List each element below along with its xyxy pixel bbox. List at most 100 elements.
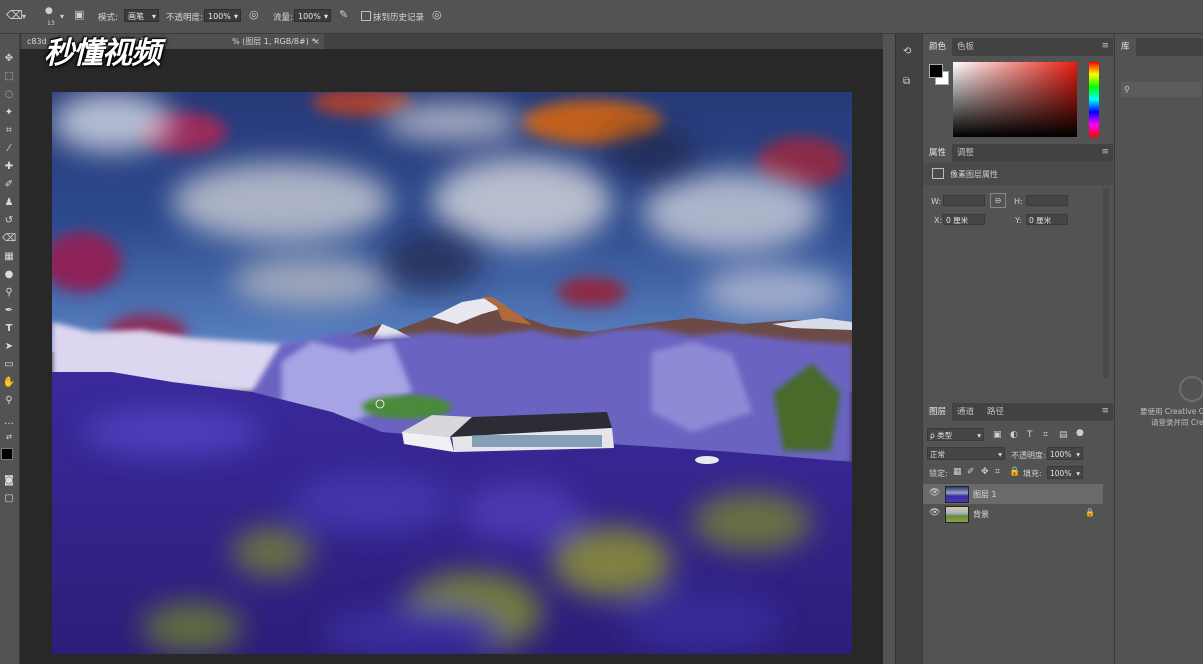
gradient-tool-icon[interactable]: ▦ xyxy=(2,250,16,264)
tab-properties[interactable]: 属性 xyxy=(923,144,953,162)
brush-preview-icon[interactable]: ● xyxy=(45,6,53,16)
brush-size-value: 13 xyxy=(47,20,55,27)
height-input[interactable] xyxy=(1026,195,1068,206)
pen-tool-icon[interactable]: ✒ xyxy=(2,304,16,318)
filter-smart-object-icon[interactable]: ▤ xyxy=(1059,430,1068,440)
more-tools-icon[interactable]: … xyxy=(2,415,16,429)
layers-panel-tabs: 图层 通道 路径 ≡ xyxy=(923,403,1113,421)
color-foreground-swatch[interactable] xyxy=(929,64,943,78)
width-input[interactable] xyxy=(943,195,985,206)
marquee-tool-icon[interactable]: ⬚ xyxy=(2,70,16,84)
brush-dropdown-icon[interactable]: ▾ xyxy=(60,12,64,21)
tab-paths[interactable]: 路径 xyxy=(981,403,1010,421)
flow-input[interactable]: 100% ▾ xyxy=(294,9,331,22)
eyedropper-tool-icon[interactable]: ⁄ xyxy=(2,142,16,156)
history-panel-icon[interactable]: ⟲ xyxy=(903,46,911,57)
rectangle-tool-icon[interactable]: ▭ xyxy=(2,358,16,372)
blur-tool-icon[interactable]: ● xyxy=(2,268,16,282)
hand-tool-icon[interactable]: ✋ xyxy=(2,376,16,390)
swap-colors-icon[interactable]: ⇄ xyxy=(2,430,16,444)
panel-column: 颜色 色板 ≡ 属性 调整 ≡ 像素图层属性 W: ⊖ H: X: 0 厘米 Y… xyxy=(922,34,1114,664)
layer-thumbnail xyxy=(945,506,969,523)
filter-shape-icon[interactable]: ⌗ xyxy=(1043,430,1048,440)
tools-panel: ✥ ⬚ ◌ ✦ ⌗ ⁄ ✚ ✐ ♟ ↺ ⌫ ▦ ● ⚲ ✒ T ➤ ▭ ✋ ⚲ … xyxy=(0,34,20,664)
brush-tool-icon[interactable]: ✐ xyxy=(2,178,16,192)
lock-position-icon[interactable]: ✥ xyxy=(981,467,989,477)
layer-filter-select[interactable]: ρ 类型 ▾ xyxy=(927,428,984,441)
opacity-label: 不透明度: xyxy=(166,13,203,23)
filter-toggle-icon[interactable]: ● xyxy=(1076,428,1084,438)
quick-mask-icon[interactable]: ◙ xyxy=(2,474,16,488)
eye-icon[interactable]: 👁 xyxy=(929,488,940,498)
menu-icon[interactable]: ≡ xyxy=(1101,147,1109,157)
layer-row-2[interactable]: 👁 背景 🔒 xyxy=(923,504,1103,524)
move-tool-icon[interactable]: ✥ xyxy=(2,52,16,66)
brush-panel-icon[interactable]: ▣ xyxy=(74,8,84,21)
search-icon: ⚲ xyxy=(1124,85,1130,94)
color-field[interactable] xyxy=(953,62,1077,137)
history-brush-tool-icon[interactable]: ↺ xyxy=(2,214,16,228)
lock-image-icon[interactable]: ✐ xyxy=(967,467,975,477)
library-search-input[interactable]: ⚲ xyxy=(1121,82,1201,97)
fill-input[interactable]: 100% ▾ xyxy=(1047,466,1083,479)
y-label: Y: xyxy=(1015,216,1022,225)
path-selection-tool-icon[interactable]: ➤ xyxy=(2,340,16,354)
stamp-tool-icon[interactable]: ♟ xyxy=(2,196,16,210)
options-bar: ⌫ ▾ ● 13 ▾ ▣ 模式: 画笔 ▾ 不透明度: 100% ▾ ◎ 流量: 1… xyxy=(0,0,1203,34)
x-input[interactable]: 0 厘米 xyxy=(943,214,985,225)
hue-slider[interactable] xyxy=(1089,62,1099,137)
zoom-tool-icon[interactable]: ⚲ xyxy=(2,394,16,408)
filter-pixel-icon[interactable]: ▣ xyxy=(993,430,1002,440)
pixel-layer-icon xyxy=(932,168,944,179)
menu-icon[interactable]: ≡ xyxy=(1101,41,1109,51)
screen-mode-icon[interactable]: ▢ xyxy=(2,492,16,506)
crop-tool-icon[interactable]: ⌗ xyxy=(2,124,16,138)
layer-name: 图层 1 xyxy=(973,490,997,499)
filter-adjustment-icon[interactable]: ◐ xyxy=(1010,430,1018,440)
library-tab-bar: 库 xyxy=(1115,38,1203,56)
dodge-tool-icon[interactable]: ⚲ xyxy=(2,286,16,300)
inverted-landscape-image xyxy=(52,92,852,654)
link-icon[interactable]: ⊖ xyxy=(990,193,1006,208)
height-label: H: xyxy=(1014,197,1023,206)
layer-row-1[interactable]: 👁 图层 1 xyxy=(923,484,1103,504)
cc-message-line1: 要使用 Creative Clo xyxy=(1140,407,1203,416)
tab-libraries[interactable]: 库 xyxy=(1115,38,1136,56)
pressure-size-icon[interactable]: ◎ xyxy=(432,8,442,21)
eraser-tool-icon[interactable]: ⌫ xyxy=(2,232,16,246)
eraser-tool-icon[interactable]: ⌫ xyxy=(6,8,23,22)
foreground-color-swatch[interactable] xyxy=(1,448,13,460)
y-input[interactable]: 0 厘米 xyxy=(1026,214,1068,225)
tab-swatches[interactable]: 色板 xyxy=(951,38,980,56)
lock-artboard-icon[interactable]: ⌗ xyxy=(995,467,1000,477)
lasso-tool-icon[interactable]: ◌ xyxy=(2,88,16,102)
tab-color[interactable]: 颜色 xyxy=(923,38,953,56)
opacity-input[interactable]: 100% ▾ xyxy=(204,9,241,22)
type-tool-icon[interactable]: T xyxy=(2,322,16,336)
tab-layers[interactable]: 图层 xyxy=(923,403,953,421)
close-icon[interactable]: × xyxy=(313,34,320,49)
layer-opacity-input[interactable]: 100% ▾ xyxy=(1047,447,1083,460)
mode-select[interactable]: 画笔 ▾ xyxy=(124,9,159,22)
properties-scrollbar[interactable] xyxy=(1103,188,1109,378)
magic-wand-tool-icon[interactable]: ✦ xyxy=(2,106,16,120)
library-panel: 库 ⚲ 要使用 Creative Clo 请登录并同 Creat xyxy=(1114,34,1203,664)
airbrush-icon[interactable]: ✎ xyxy=(339,8,348,21)
brush-settings-icon[interactable]: ⧉ xyxy=(903,76,910,87)
creative-cloud-icon xyxy=(1179,376,1203,402)
healing-brush-tool-icon[interactable]: ✚ xyxy=(2,160,16,174)
menu-icon[interactable]: ≡ xyxy=(1101,406,1109,416)
tool-preset-dropdown-icon[interactable]: ▾ xyxy=(22,12,26,21)
lock-all-icon[interactable]: 🔒 xyxy=(1009,467,1020,477)
filter-type-icon[interactable]: T xyxy=(1027,430,1033,440)
pressure-opacity-icon[interactable]: ◎ xyxy=(249,8,259,21)
eye-icon[interactable]: 👁 xyxy=(929,508,940,518)
tab-channels[interactable]: 通道 xyxy=(951,403,980,421)
tab-adjustments[interactable]: 调整 xyxy=(951,144,980,162)
blend-mode-select[interactable]: 正常 ▾ xyxy=(927,447,1005,460)
panel-dock-strip: ⟲ ⧉ xyxy=(895,34,922,664)
color-panel-tabs: 颜色 色板 ≡ xyxy=(923,38,1113,56)
document-canvas[interactable] xyxy=(52,92,852,654)
history-checkbox[interactable] xyxy=(361,11,371,21)
lock-transparent-icon[interactable]: ▦ xyxy=(953,467,962,477)
